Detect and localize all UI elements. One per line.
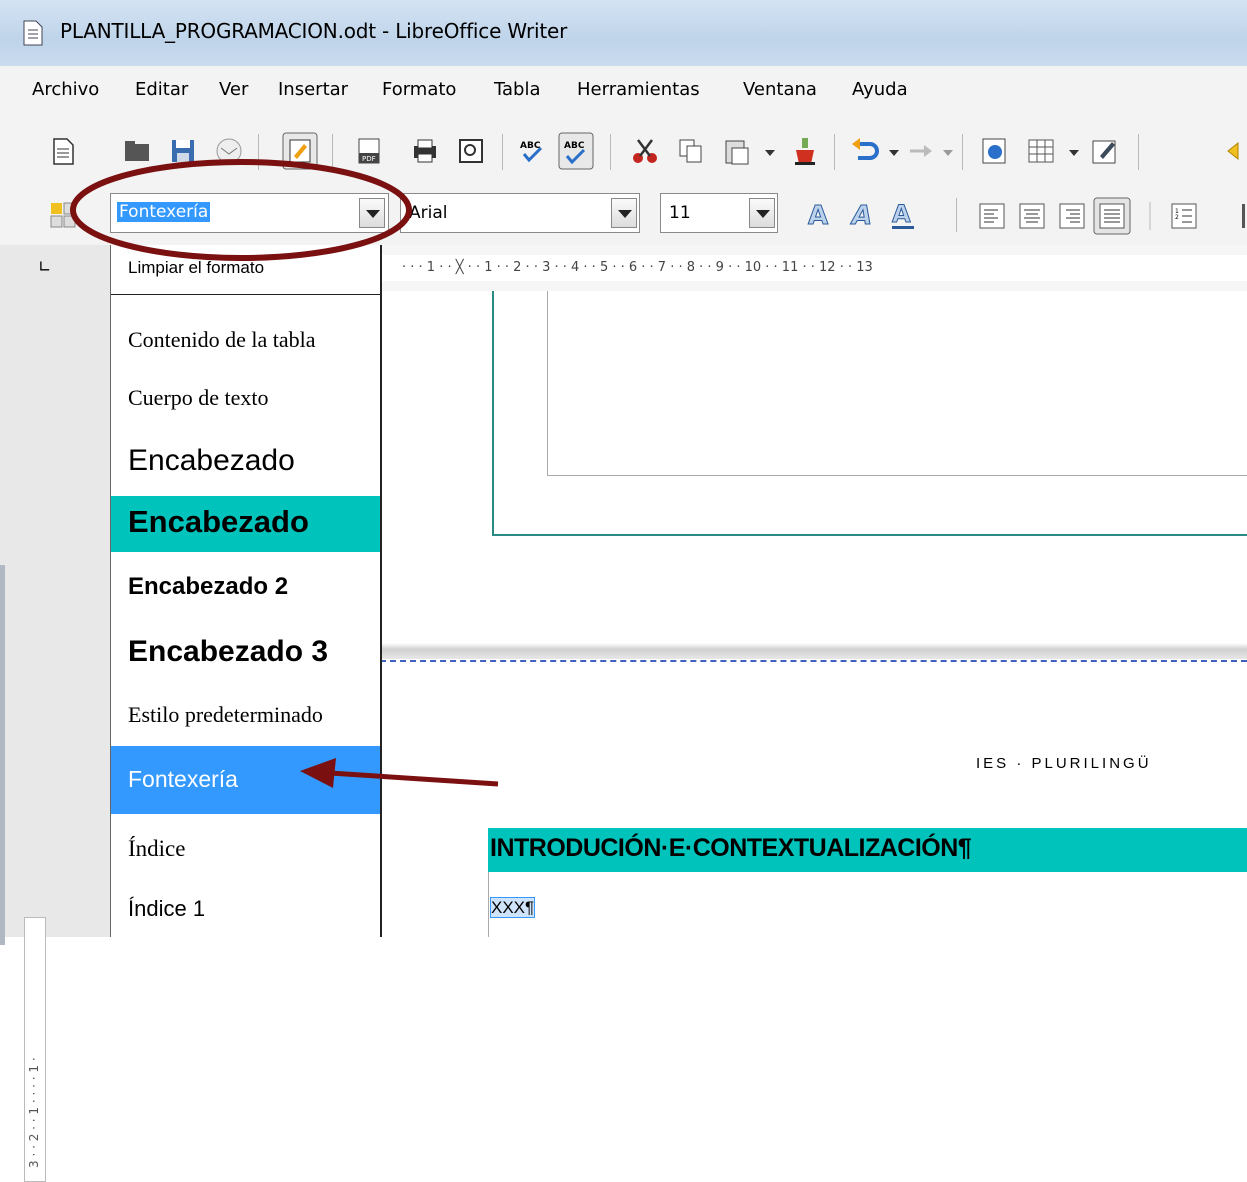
style-item-clear[interactable]: Limpiar el formato <box>111 245 380 295</box>
style-item-heading-1[interactable]: Encabezado <box>111 496 380 552</box>
menu-archivo[interactable]: Archivo <box>32 79 99 100</box>
vertical-ruler: 3 · · 2 · · 1 · · · · 1 · <box>24 917 46 1182</box>
edit-mode-icon[interactable] <box>282 132 318 170</box>
clone-formatting-icon[interactable] <box>790 136 820 166</box>
style-item-fontexeria[interactable]: Fontexería <box>111 746 380 814</box>
menu-editar[interactable]: Editar <box>135 79 188 100</box>
insert-table-icon[interactable] <box>1026 136 1056 166</box>
autospellcheck-icon[interactable]: ABC <box>558 132 594 170</box>
style-item-heading-3[interactable]: Encabezado 3 <box>111 628 380 682</box>
document-icon <box>23 20 43 46</box>
font-name-combo[interactable]: Arial <box>400 193 640 233</box>
font-dropdown-button[interactable] <box>611 198 637 228</box>
style-item-index[interactable]: Índice <box>111 825 380 873</box>
shadow-icon[interactable]: A <box>850 201 873 232</box>
style-item-heading[interactable]: Encabezado <box>111 437 380 489</box>
font-name-value: Arial <box>409 203 448 223</box>
numbering-icon[interactable]: 12 <box>1171 203 1197 229</box>
chevron-down-icon[interactable] <box>762 136 778 166</box>
horizontal-ruler[interactable]: · · · 1 · · ╳ · · 1 · · 2 · · 3 · · 4 · … <box>380 255 1247 281</box>
menu-ver[interactable]: Ver <box>219 79 248 100</box>
style-item-index-1[interactable]: Índice 1 <box>111 885 380 933</box>
menu-ventana[interactable]: Ventana <box>743 79 817 100</box>
vertical-ruler-area: ∟ 3 · · 2 · · 1 · · · · 1 · <box>0 245 110 1182</box>
cut-icon[interactable] <box>630 136 660 166</box>
text-boundary <box>547 291 1247 476</box>
title-bar: PLANTILLA_PROGRAMACION.odt - LibreOffice… <box>0 0 1247 66</box>
svg-text:A: A <box>892 200 911 228</box>
page-gap <box>380 643 1247 659</box>
styles-formatting-icon[interactable] <box>48 200 78 230</box>
justify-icon[interactable] <box>1093 197 1131 235</box>
style-dropdown-list: Limpiar el formato Contenido de la tabla… <box>110 245 382 937</box>
chevron-down-icon[interactable] <box>940 136 956 166</box>
print-icon[interactable] <box>410 136 440 166</box>
alignment-icons: 12 <box>979 197 1245 235</box>
size-dropdown-button[interactable] <box>749 198 775 228</box>
window-edge <box>0 565 5 945</box>
menu-herramientas[interactable]: Herramientas <box>577 79 700 100</box>
style-dropdown-button[interactable] <box>359 198 385 228</box>
open-folder-icon[interactable] <box>122 136 152 166</box>
svg-text:A: A <box>808 201 828 231</box>
print-preview-icon[interactable] <box>456 136 486 166</box>
align-right-icon[interactable] <box>1059 203 1085 229</box>
svg-text:ABC: ABC <box>564 141 585 151</box>
svg-text:2: 2 <box>1175 214 1179 221</box>
svg-text:A: A <box>850 201 872 231</box>
page-break-line <box>380 660 1247 662</box>
save-icon[interactable] <box>168 136 198 166</box>
menu-tabla[interactable]: Tabla <box>494 79 541 100</box>
page-header-text: IES · PLURILINGÜ <box>976 755 1152 772</box>
chevron-down-icon[interactable] <box>886 136 902 166</box>
style-item-body-text[interactable]: Cuerpo de texto <box>111 375 380 419</box>
font-size-combo[interactable]: 11 <box>660 193 778 233</box>
copy-icon[interactable] <box>676 136 706 166</box>
gallery-icon[interactable] <box>1226 136 1247 166</box>
paste-icon[interactable] <box>722 136 752 166</box>
paragraph-style-combo[interactable]: Fontexería <box>110 193 389 233</box>
navigator-icon[interactable] <box>980 136 1010 166</box>
vertical-ruler-labels: 3 · · 2 · · 1 · · · · 1 · <box>27 1057 41 1168</box>
align-center-icon[interactable] <box>1019 203 1045 229</box>
standard-toolbar: PDF ABC ABC <box>0 114 1247 190</box>
email-icon[interactable] <box>214 136 244 166</box>
style-item-table-contents[interactable]: Contenido de la tabla <box>111 317 380 361</box>
new-document-icon[interactable] <box>48 136 78 166</box>
body-paragraph[interactable]: XXX¶ <box>490 897 536 918</box>
menu-bar: Archivo Editar Ver Insertar Formato Tabl… <box>0 66 1247 114</box>
spellcheck-icon[interactable]: ABC <box>518 136 548 166</box>
heading-paragraph[interactable]: INTRODUCIÓN·E·CONTEXTUALIZACIÓN¶ <box>488 828 1247 872</box>
font-size-value: 11 <box>669 203 691 223</box>
style-item-default[interactable]: Estilo predeterminado <box>111 693 380 741</box>
menu-insertar[interactable]: Insertar <box>278 79 348 100</box>
style-item-heading-2[interactable]: Encabezado 2 <box>111 565 380 613</box>
draw-functions-icon[interactable] <box>1090 136 1120 166</box>
menu-formato[interactable]: Formato <box>382 79 456 100</box>
svg-text:PDF: PDF <box>362 155 376 163</box>
undo-icon[interactable] <box>850 136 880 166</box>
chevron-down-icon[interactable] <box>1066 136 1082 166</box>
paragraph-style-value: Fontexería <box>117 202 211 222</box>
outline-icon[interactable]: A <box>808 201 829 232</box>
body-selection: XXX¶ <box>490 897 536 918</box>
text-boundary-left <box>488 872 489 937</box>
text-effect-icons: A A A <box>808 200 914 232</box>
window-title: PLANTILLA_PROGRAMACION.odt - LibreOffice… <box>60 19 568 43</box>
underline-a-icon[interactable]: A <box>892 200 914 229</box>
align-left-icon[interactable] <box>979 203 1005 229</box>
heading-text: INTRODUCIÓN·E·CONTEXTUALIZACIÓN¶ <box>490 834 972 862</box>
redo-icon[interactable] <box>906 136 936 166</box>
tab-stop-icon[interactable]: ∟ <box>38 257 51 276</box>
export-pdf-icon[interactable]: PDF <box>354 136 384 166</box>
menu-ayuda[interactable]: Ayuda <box>852 79 908 100</box>
